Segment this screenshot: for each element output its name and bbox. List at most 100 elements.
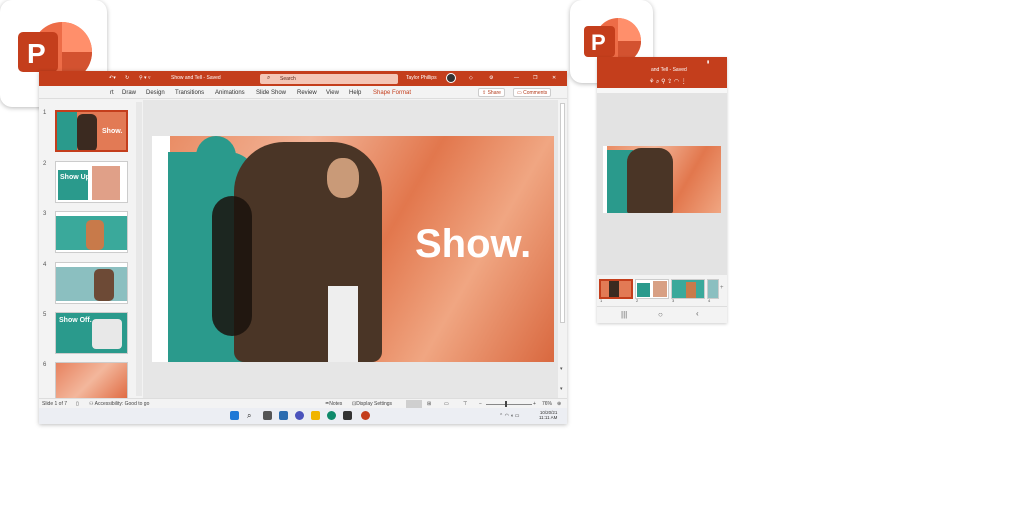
slide-thumbnail-3[interactable]: [55, 211, 128, 253]
settings-icon[interactable]: ⚙: [489, 75, 493, 81]
add-slide-icon[interactable]: +: [720, 285, 724, 291]
slide-number: 2: [636, 298, 639, 303]
android-nav-bar: ||| ○ ‹: [597, 306, 727, 323]
tab-transitions[interactable]: Transitions: [175, 90, 204, 96]
powerpoint-taskbar-icon[interactable]: [361, 411, 370, 420]
file-explorer-icon[interactable]: [311, 411, 320, 420]
thumb-teal-shape: [637, 283, 650, 297]
phone-thumbnail-1[interactable]: [599, 279, 633, 299]
scroll-down-icon[interactable]: ▾: [560, 366, 563, 372]
presenter-icon[interactable]: ⊤: [463, 401, 467, 407]
system-tray-icons[interactable]: ⌃ ◠ ◖ ▭: [499, 413, 519, 419]
slide-number: 1: [600, 298, 603, 303]
customize-icon[interactable]: ⚲ ▾ ▿: [139, 75, 150, 81]
phone-thumbnail-2[interactable]: [635, 279, 669, 299]
zoom-slider[interactable]: [486, 404, 532, 405]
slide-number: 5: [43, 312, 47, 318]
phone-thumbnail-strip: 1 2 3 4 +: [597, 275, 727, 306]
slide-canvas[interactable]: Show.: [152, 136, 554, 362]
share-button[interactable]: ⇪ Share: [478, 88, 505, 97]
zoom-slider-thumb[interactable]: [505, 401, 507, 407]
slide-thumbnail-4[interactable]: [55, 262, 128, 304]
slide-number: 3: [672, 298, 675, 303]
tab-insert[interactable]: rt: [110, 90, 114, 96]
document-title[interactable]: and Tell - Saved: [651, 67, 687, 73]
thumb-figure: [94, 269, 114, 301]
thumb-teal-shape: [57, 112, 77, 150]
search-input[interactable]: ⌕ Search: [260, 74, 398, 84]
comments-button[interactable]: ▭ Comments: [513, 88, 552, 97]
thumb-figure: [77, 114, 97, 150]
slide-thumbnail-5[interactable]: Show Off.: [55, 312, 128, 354]
slide-sorter-icon[interactable]: ⊞: [427, 401, 431, 407]
tab-review[interactable]: Review: [297, 90, 317, 96]
slide-thumbnail-1[interactable]: Show.: [55, 110, 128, 152]
slide-title[interactable]: Show.: [415, 224, 531, 264]
diamond-icon[interactable]: ◇: [469, 75, 473, 81]
thumb-caption: Show Off.: [59, 317, 92, 324]
slide-thumbnail-2[interactable]: Show Up.: [55, 161, 128, 203]
thumb-caption: Show Up.: [60, 174, 92, 181]
tab-shape-format[interactable]: Shape Format: [373, 90, 411, 96]
slide-number: 2: [43, 161, 47, 167]
slide-thumbnail-6[interactable]: [55, 362, 128, 398]
share-label: Share: [487, 90, 501, 96]
editor-scrollbar[interactable]: ▾ ▾: [558, 100, 567, 398]
accessibility-status[interactable]: ⚇ Accessibility: Good to go: [89, 401, 149, 407]
spellcheck-icon[interactable]: ▯: [76, 401, 79, 407]
battery-icon: ▮: [707, 59, 710, 64]
tab-help[interactable]: Help: [349, 90, 361, 96]
maximize-icon[interactable]: ❐: [533, 75, 537, 81]
toolbar-icons[interactable]: ⚘ ⌕ ⚲ ⇪ ◠ ⋮: [649, 78, 687, 86]
tab-draw[interactable]: Draw: [122, 90, 136, 96]
powerpoint-desktop-window: ↶▾ ↻ ⚲ ▾ ▿ Show and Tell - Saved ⌕ Searc…: [39, 71, 567, 424]
thumb-photo: [92, 319, 122, 349]
windows-taskbar: ⌕ ⌃ ◠ ◖ ▭ 10/20/21 11:11 AM: [39, 408, 567, 424]
edge-icon[interactable]: [327, 411, 336, 420]
thumb-photo: [56, 267, 127, 301]
redo-icon[interactable]: ↻: [125, 75, 129, 81]
fit-slide-icon[interactable]: ⊕: [557, 401, 561, 407]
scroll-down-icon[interactable]: ▾: [560, 386, 563, 392]
scrollbar-thumb[interactable]: [560, 103, 565, 323]
accessibility-label: Accessibility: Good to go: [94, 401, 150, 407]
back-icon[interactable]: ‹: [696, 309, 699, 318]
document-title[interactable]: Show and Tell - Saved: [171, 75, 221, 81]
search-icon[interactable]: ⌕: [247, 411, 256, 420]
tab-animations[interactable]: Animations: [215, 90, 245, 96]
windows-start-icon[interactable]: [230, 411, 239, 420]
zoom-out-icon[interactable]: −: [479, 401, 482, 407]
home-icon[interactable]: ○: [658, 310, 663, 319]
thumb-figure: [609, 281, 619, 297]
zoom-in-icon[interactable]: +: [533, 401, 536, 407]
tab-slide-show[interactable]: Slide Show: [256, 90, 286, 96]
display-settings-button[interactable]: ⊡Display Settings: [352, 401, 392, 407]
teams-icon[interactable]: [295, 411, 304, 420]
user-name[interactable]: Taylor Phillips: [406, 75, 437, 81]
phone-thumbnail-4[interactable]: [707, 279, 719, 299]
notes-button[interactable]: ≐Notes: [325, 401, 342, 407]
close-icon[interactable]: ✕: [552, 75, 556, 81]
phone-ribbon-strip: [597, 88, 727, 93]
avatar[interactable]: [446, 73, 456, 83]
tab-design[interactable]: Design: [146, 90, 165, 96]
recents-icon[interactable]: |||: [621, 310, 627, 319]
clock[interactable]: 10/20/21 11:11 AM: [539, 410, 557, 420]
undo-icon[interactable]: ↶▾: [109, 75, 116, 81]
phone-thumbnail-3[interactable]: [671, 279, 705, 299]
phone-slide-canvas[interactable]: [603, 146, 721, 213]
slide-counter: Slide 1 of 7: [42, 401, 68, 407]
svg-text:P: P: [27, 38, 46, 69]
tab-view[interactable]: View: [326, 90, 339, 96]
thumb-photo: [653, 281, 667, 297]
widgets-icon[interactable]: [279, 411, 288, 420]
normal-view-icon[interactable]: [406, 400, 422, 408]
zoom-level[interactable]: 76%: [542, 401, 552, 407]
powerpoint-mobile-window: ▮ and Tell - Saved ⚘ ⌕ ⚲ ⇪ ◠ ⋮ 1 2 3 4 +…: [597, 57, 727, 323]
thumbnail-scrollbar[interactable]: [136, 102, 142, 396]
task-view-icon[interactable]: [263, 411, 272, 420]
slide-thumbnail-pane: 1 Show. 2 Show Up. 3 4 5 Show Off. 6: [39, 100, 143, 398]
store-icon[interactable]: [343, 411, 352, 420]
minimize-icon[interactable]: —: [514, 75, 519, 81]
reading-view-icon[interactable]: ▭: [444, 401, 449, 407]
